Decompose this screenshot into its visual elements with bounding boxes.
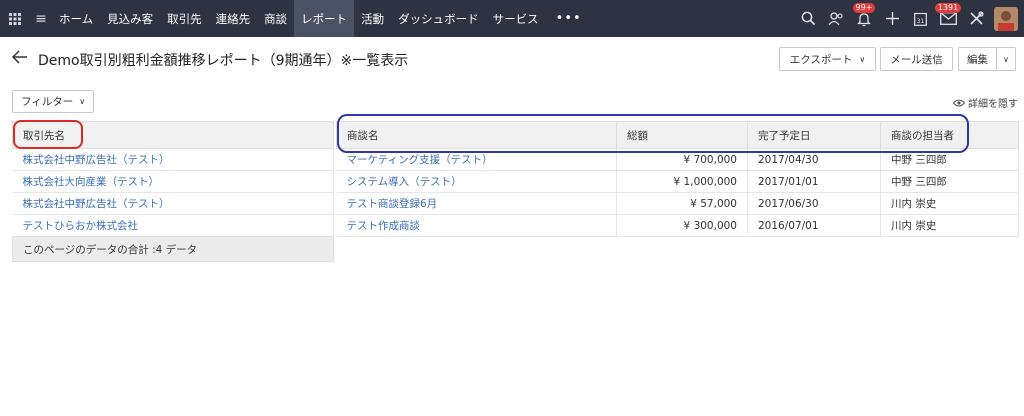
owner-cell: 川内 崇史: [880, 214, 1019, 237]
hide-details-label: 詳細を隠す: [968, 99, 1018, 110]
deal-name-link[interactable]: テスト商談登録6月: [336, 192, 617, 215]
export-button[interactable]: エクスポート ∨: [779, 47, 876, 71]
calendar-icon[interactable]: 31: [906, 0, 934, 37]
account-link[interactable]: 株式会社大向産業（テスト）: [12, 170, 334, 193]
top-navigation-bar: ≡ ホーム 見込み客 取引先 連絡先 商談 レポート 活動 ダッシュボード サー…: [0, 0, 1024, 37]
nav-item-activities[interactable]: 活動: [354, 0, 391, 37]
app-grid-icon[interactable]: [0, 0, 30, 37]
edit-button[interactable]: 編集: [958, 47, 996, 71]
nav-item-deals[interactable]: 商談: [257, 0, 294, 37]
edit-button-label: 編集: [967, 53, 988, 66]
edit-options-button[interactable]: ∨: [996, 47, 1016, 71]
table-row: 株式会社中野広告社（テスト）: [12, 192, 334, 215]
more-menu-button[interactable]: •••: [546, 0, 592, 37]
amount-cell: ¥ 57,000: [616, 192, 748, 215]
notification-badge: 99+: [852, 3, 876, 13]
nav-item-dashboard[interactable]: ダッシュボード: [391, 0, 486, 37]
amount-cell: ¥ 300,000: [616, 214, 748, 237]
nav-item-accounts[interactable]: 取引先: [160, 0, 209, 37]
svg-text:31: 31: [916, 18, 924, 25]
plus-icon[interactable]: [878, 0, 906, 37]
contacts-icon[interactable]: [822, 0, 850, 37]
avatar[interactable]: [994, 6, 1018, 31]
close-date-cell: 2016/07/01: [747, 214, 881, 237]
amount-cell: ¥ 1,000,000: [616, 170, 748, 193]
deal-name-link[interactable]: テスト作成商談: [336, 214, 617, 237]
owner-cell: 中野 三四郎: [880, 170, 1019, 193]
filter-dropdown[interactable]: フィルター ∨: [12, 90, 94, 113]
tools-icon[interactable]: [962, 0, 990, 37]
table-row: テスト作成商談 ¥ 300,000 2016/07/01 川内 崇史: [336, 214, 1019, 237]
table-row: 株式会社中野広告社（テスト）: [12, 148, 334, 171]
nav-item-reports[interactable]: レポート: [294, 0, 355, 37]
account-link[interactable]: テストひらおか株式会社: [12, 214, 334, 237]
annotation-outline-red: [13, 120, 83, 149]
nav-item-home[interactable]: ホーム: [52, 0, 100, 37]
table-row: テスト商談登録6月 ¥ 57,000 2017/06/30 川内 崇史: [336, 192, 1019, 215]
eye-icon: [953, 99, 965, 106]
mail-badge: 1391: [934, 3, 962, 13]
deal-name-link[interactable]: システム導入（テスト）: [336, 170, 617, 193]
nav-item-leads[interactable]: 見込み客: [100, 0, 160, 37]
hide-details-link[interactable]: 詳細を隠す: [953, 95, 1018, 110]
close-date-cell: 2017/01/01: [747, 170, 881, 193]
bell-icon[interactable]: 99+: [850, 0, 878, 37]
nav-item-services[interactable]: サービス: [486, 0, 546, 37]
nav-item-contacts[interactable]: 連絡先: [209, 0, 258, 37]
account-link[interactable]: 株式会社中野広告社（テスト）: [12, 148, 334, 171]
back-arrow-icon[interactable]: [11, 49, 28, 68]
menu-icon[interactable]: ≡: [30, 0, 52, 37]
filter-label: フィルター: [21, 96, 74, 108]
owner-cell: 川内 崇史: [880, 192, 1019, 215]
table-row: システム導入（テスト） ¥ 1,000,000 2017/01/01 中野 三四…: [336, 170, 1019, 193]
mail-icon[interactable]: 1391: [934, 0, 962, 37]
close-date-cell: 2017/06/30: [747, 192, 881, 215]
send-mail-button-label: メール送信: [890, 53, 943, 66]
chevron-down-icon: ∨: [1003, 54, 1009, 64]
export-button-label: エクスポート: [789, 53, 853, 66]
page-total-summary: このページのデータの合計 :4 データ: [12, 236, 334, 262]
search-icon[interactable]: [794, 0, 822, 37]
table-row: 株式会社大向産業（テスト）: [12, 170, 334, 193]
table-row: テストひらおか株式会社: [12, 214, 334, 237]
chevron-down-icon: ∨: [859, 54, 866, 64]
annotation-outline-blue: [337, 114, 969, 153]
account-link[interactable]: 株式会社中野広告社（テスト）: [12, 192, 334, 215]
chevron-down-icon: ∨: [79, 97, 86, 106]
page-title: Demo取引別粗利金額推移レポート（9期通年）※一覧表示: [38, 53, 409, 69]
send-mail-button[interactable]: メール送信: [880, 47, 953, 71]
